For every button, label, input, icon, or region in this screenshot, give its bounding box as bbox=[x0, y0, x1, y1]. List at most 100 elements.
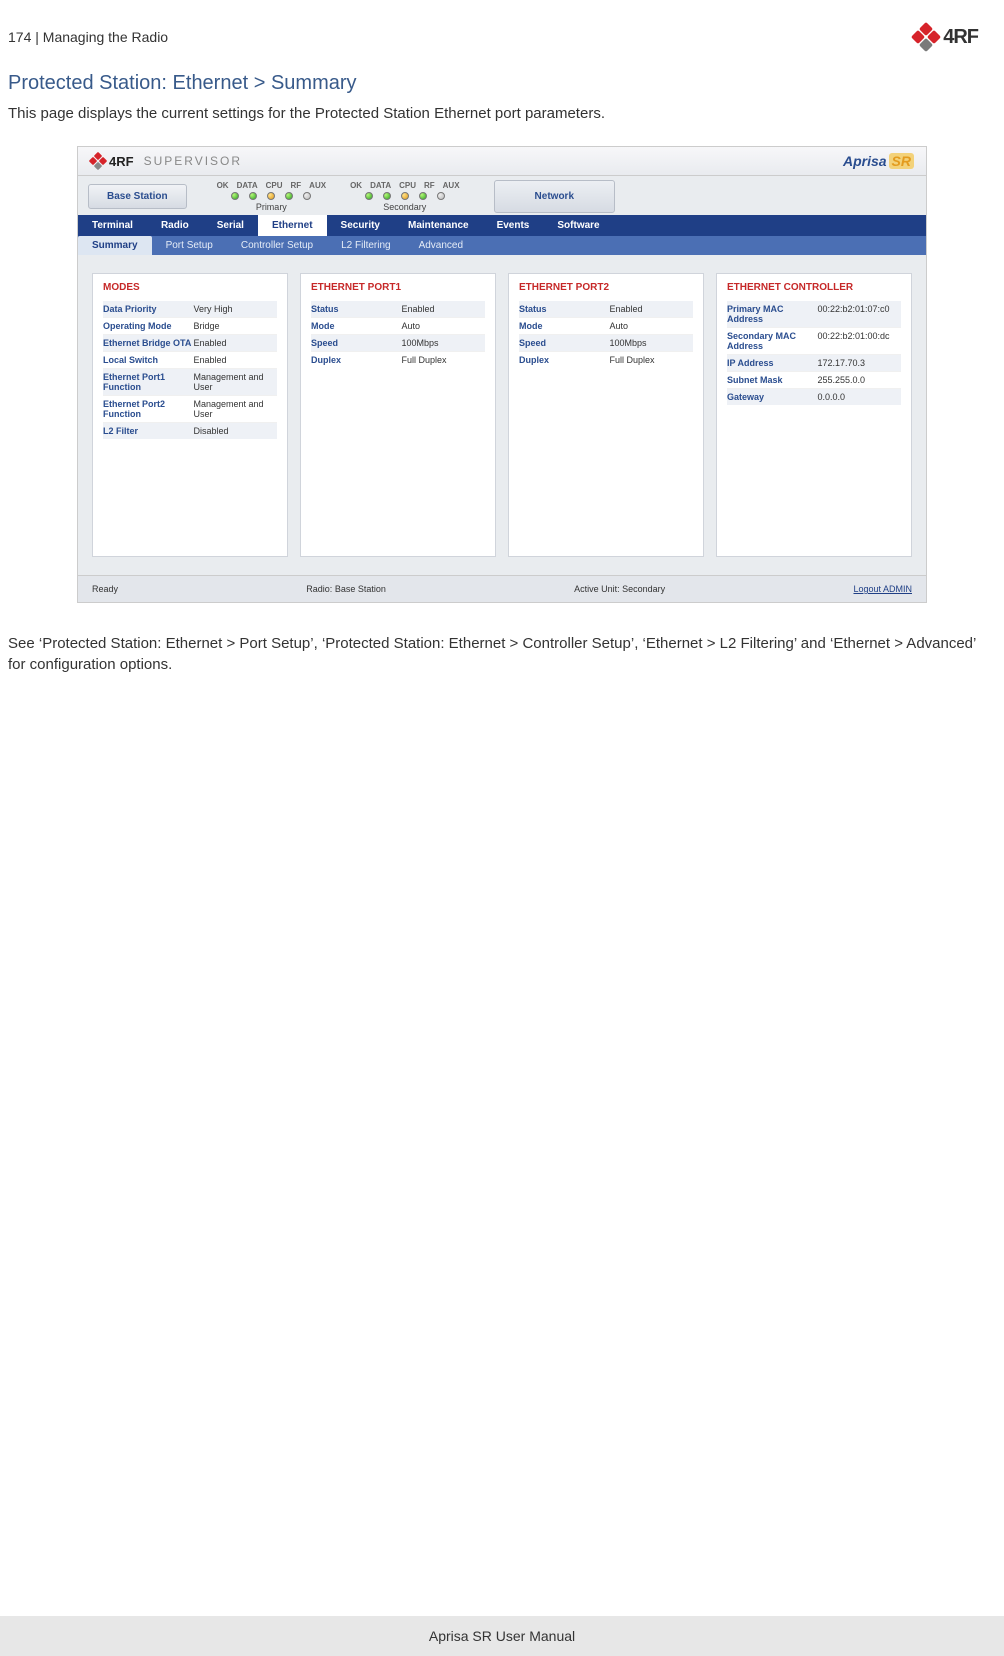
row-value: Enabled bbox=[401, 304, 485, 314]
row-key: Subnet Mask bbox=[727, 375, 817, 385]
table-row: Ethernet Port1 FunctionManagement and Us… bbox=[103, 369, 277, 396]
panel-title: ETHERNET PORT1 bbox=[311, 282, 485, 293]
tab-ethernet[interactable]: Ethernet bbox=[258, 215, 327, 236]
panel-controller: ETHERNET CONTROLLER Primary MAC Address0… bbox=[716, 273, 912, 557]
led-icon bbox=[285, 192, 293, 200]
row-key: Speed bbox=[311, 338, 401, 348]
subtab-controller-setup[interactable]: Controller Setup bbox=[227, 236, 327, 255]
intro-text: This page displays the current settings … bbox=[8, 105, 996, 122]
base-station-button[interactable]: Base Station bbox=[88, 184, 187, 209]
led-label: DATA bbox=[237, 181, 258, 190]
row-value: Management and User bbox=[193, 399, 277, 419]
subtab-summary[interactable]: Summary bbox=[78, 236, 152, 255]
manual-footer: Aprisa SR User Manual bbox=[0, 1616, 1004, 1656]
tab-events[interactable]: Events bbox=[483, 215, 544, 236]
row-key: Ethernet Bridge OTA bbox=[103, 338, 193, 348]
row-key: Mode bbox=[519, 321, 609, 331]
subtab-advanced[interactable]: Advanced bbox=[405, 236, 477, 255]
table-row: IP Address172.17.70.3 bbox=[727, 355, 901, 372]
table-row: Primary MAC Address00:22:b2:01:07:c0 bbox=[727, 301, 901, 328]
sub-tabs: Summary Port Setup Controller Setup L2 F… bbox=[78, 236, 926, 255]
tab-serial[interactable]: Serial bbox=[203, 215, 258, 236]
led-label: CPU bbox=[399, 181, 416, 190]
footer-active-unit: Active Unit: Secondary bbox=[574, 584, 665, 594]
subtab-l2-filtering[interactable]: L2 Filtering bbox=[327, 236, 404, 255]
table-row: Secondary MAC Address00:22:b2:01:00:dc bbox=[727, 328, 901, 355]
status-row: Base Station OK DATA CPU RF AUX Primary bbox=[78, 176, 926, 215]
table-row: StatusEnabled bbox=[519, 301, 693, 318]
led-icon bbox=[249, 192, 257, 200]
supervisor-label: SUPERVISOR bbox=[144, 154, 242, 168]
brand-text: 4RF bbox=[943, 26, 978, 49]
table-row: Data PriorityVery High bbox=[103, 301, 277, 318]
app-top-bar: 4RF SUPERVISOR AprisaSR bbox=[78, 147, 926, 176]
footer-status: Ready bbox=[92, 584, 118, 594]
table-row: Gateway0.0.0.0 bbox=[727, 389, 901, 405]
table-row: StatusEnabled bbox=[311, 301, 485, 318]
table-row: DuplexFull Duplex bbox=[311, 352, 485, 368]
row-value: Enabled bbox=[609, 304, 693, 314]
separator: | bbox=[35, 29, 39, 45]
panel-port2: ETHERNET PORT2 StatusEnabledModeAutoSpee… bbox=[508, 273, 704, 557]
led-icon bbox=[303, 192, 311, 200]
row-value: 00:22:b2:01:07:c0 bbox=[817, 304, 901, 324]
row-key: Data Priority bbox=[103, 304, 193, 314]
row-key: Duplex bbox=[519, 355, 609, 365]
subtab-port-setup[interactable]: Port Setup bbox=[152, 236, 227, 255]
led-icon bbox=[419, 192, 427, 200]
network-button[interactable]: Network bbox=[494, 180, 615, 213]
row-value: Very High bbox=[193, 304, 277, 314]
led-icon bbox=[365, 192, 373, 200]
row-key: Status bbox=[519, 304, 609, 314]
panel-title: ETHERNET PORT2 bbox=[519, 282, 693, 293]
led-icon bbox=[267, 192, 275, 200]
row-key: Secondary MAC Address bbox=[727, 331, 817, 351]
table-row: Ethernet Port2 FunctionManagement and Us… bbox=[103, 396, 277, 423]
tab-software[interactable]: Software bbox=[543, 215, 613, 236]
row-key: Primary MAC Address bbox=[727, 304, 817, 324]
table-row: Ethernet Bridge OTAEnabled bbox=[103, 335, 277, 352]
group-label: Secondary bbox=[383, 202, 426, 212]
row-value: Full Duplex bbox=[401, 355, 485, 365]
logout-link[interactable]: Logout ADMIN bbox=[853, 584, 912, 594]
led-label: OK bbox=[350, 181, 362, 190]
panel-title: ETHERNET CONTROLLER bbox=[727, 282, 901, 293]
page-number: 174 bbox=[8, 29, 31, 45]
app-logo-icon bbox=[90, 153, 106, 169]
table-row: Local SwitchEnabled bbox=[103, 352, 277, 369]
row-key: IP Address bbox=[727, 358, 817, 368]
after-text: See ‘Protected Station: Ethernet > Port … bbox=[8, 633, 996, 675]
row-value: Disabled bbox=[193, 426, 277, 436]
led-label: RF bbox=[291, 181, 302, 190]
main-tabs: Terminal Radio Serial Ethernet Security … bbox=[78, 215, 926, 236]
row-value: 0.0.0.0 bbox=[817, 392, 901, 402]
tab-radio[interactable]: Radio bbox=[147, 215, 203, 236]
product-badge: AprisaSR bbox=[843, 153, 914, 169]
led-icon bbox=[437, 192, 445, 200]
panel-modes: MODES Data PriorityVery HighOperating Mo… bbox=[92, 273, 288, 557]
section-title: Protected Station: Ethernet > Summary bbox=[8, 72, 996, 95]
row-key: Status bbox=[311, 304, 401, 314]
table-row: DuplexFull Duplex bbox=[519, 352, 693, 368]
led-icon bbox=[383, 192, 391, 200]
app-logo: 4RF bbox=[90, 153, 134, 169]
row-value: 100Mbps bbox=[401, 338, 485, 348]
row-value: Management and User bbox=[193, 372, 277, 392]
page-header: 174 | Managing the Radio 4RF bbox=[0, 0, 1004, 58]
led-label: OK bbox=[217, 181, 229, 190]
tab-security[interactable]: Security bbox=[327, 215, 394, 236]
row-key: Ethernet Port2 Function bbox=[103, 399, 193, 419]
group-label: Primary bbox=[256, 202, 287, 212]
tab-terminal[interactable]: Terminal bbox=[78, 215, 147, 236]
led-group-secondary: OK DATA CPU RF AUX Secondary bbox=[350, 181, 459, 212]
row-value: Enabled bbox=[193, 338, 277, 348]
row-value: 255.255.0.0 bbox=[817, 375, 901, 385]
row-key: Local Switch bbox=[103, 355, 193, 365]
footer-radio: Radio: Base Station bbox=[306, 584, 386, 594]
badge-suffix: SR bbox=[889, 153, 914, 169]
tab-maintenance[interactable]: Maintenance bbox=[394, 215, 483, 236]
logo-dots-icon bbox=[913, 24, 939, 50]
page-number-section: 174 | Managing the Radio bbox=[8, 29, 168, 45]
app-footer: Ready Radio: Base Station Active Unit: S… bbox=[78, 575, 926, 602]
panel-port1: ETHERNET PORT1 StatusEnabledModeAutoSpee… bbox=[300, 273, 496, 557]
